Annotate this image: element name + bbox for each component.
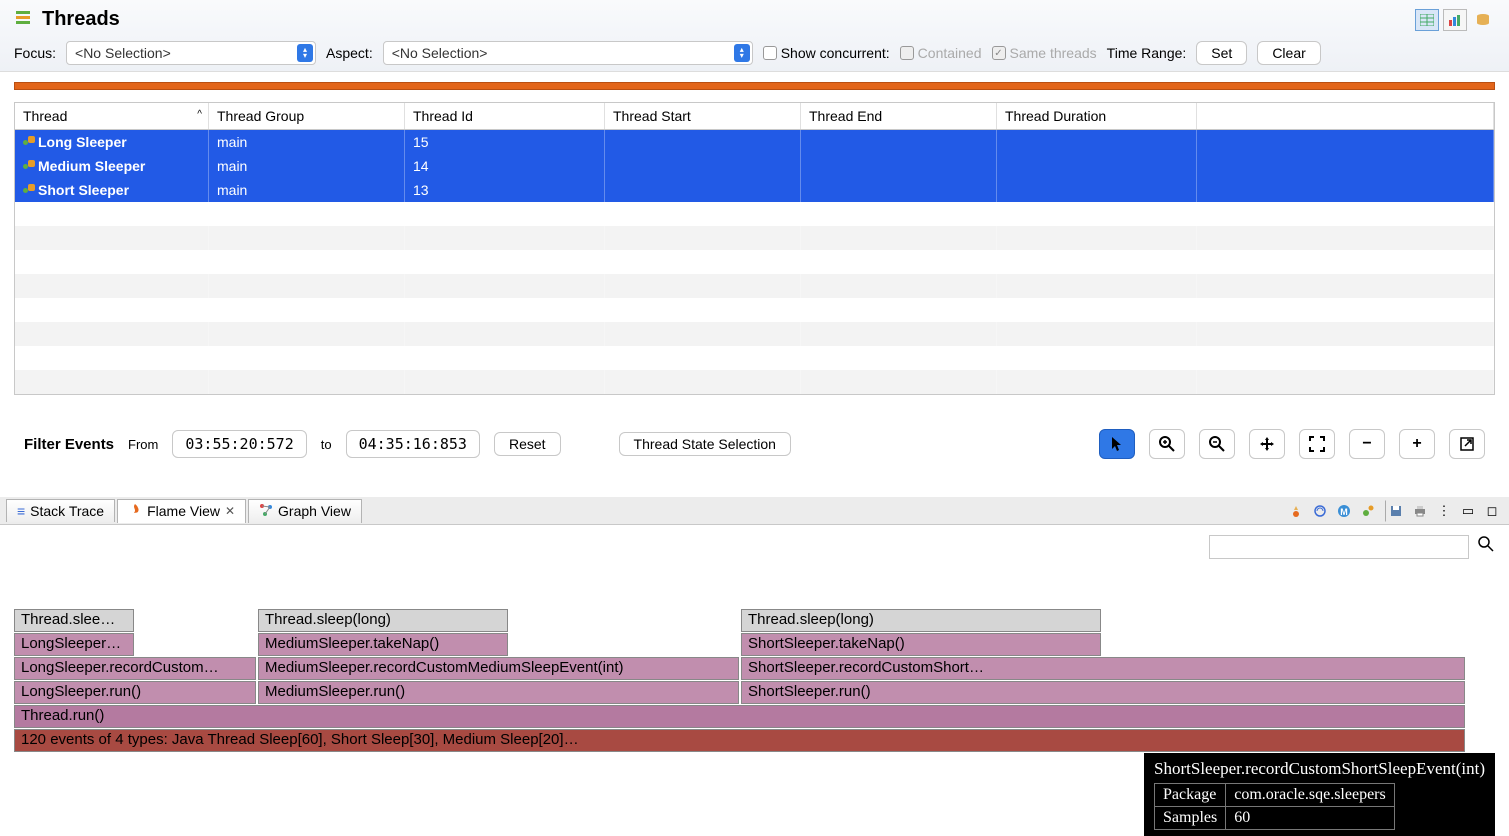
zoom-in-icon[interactable] (1149, 429, 1185, 459)
timeline-overview[interactable] (14, 82, 1495, 90)
list-icon: ≡ (17, 503, 25, 519)
column-thread-duration[interactable]: Thread Duration (997, 103, 1197, 129)
contained-checkbox: Contained (900, 45, 982, 61)
time-range-label: Time Range: (1107, 45, 1187, 61)
flame-tooltip: ShortSleeper.recordCustomShortSleepEvent… (1144, 753, 1495, 836)
flame-block[interactable]: 120 events of 4 types: Java Thread Sleep… (14, 729, 1465, 752)
flame-block[interactable]: MediumSleeper.run() (258, 681, 739, 704)
aspect-label: Aspect: (326, 45, 373, 61)
to-label: to (321, 437, 332, 452)
table-row[interactable] (15, 370, 1494, 394)
page-title: Threads (42, 8, 120, 31)
pointer-tool-icon[interactable] (1099, 429, 1135, 459)
flame-block[interactable]: MediumSleeper.takeNap() (258, 633, 508, 656)
action-icon-1[interactable] (1285, 500, 1307, 522)
maximize-icon[interactable]: ◻ (1481, 500, 1503, 522)
table-row[interactable]: Medium Sleepermain14 (15, 154, 1494, 178)
focus-label: Focus: (14, 45, 56, 61)
table-row[interactable] (15, 298, 1494, 322)
column-thread-group[interactable]: Thread Group (209, 103, 405, 129)
flame-block[interactable]: Thread.run() (14, 705, 1465, 728)
threads-table: Thread^ Thread Group Thread Id Thread St… (14, 102, 1495, 395)
tab-graph-view[interactable]: Graph View (248, 499, 362, 523)
table-row[interactable]: Short Sleepermain13 (15, 178, 1494, 202)
table-row[interactable] (15, 274, 1494, 298)
thread-icon (23, 136, 35, 148)
from-label: From (128, 437, 158, 452)
zoom-out-icon[interactable] (1199, 429, 1235, 459)
table-row[interactable] (15, 202, 1494, 226)
reset-button[interactable]: Reset (494, 432, 561, 456)
view-menu-icon[interactable]: ⋮ (1433, 500, 1455, 522)
from-time-input[interactable]: 03:55:20:572 (172, 430, 306, 458)
to-time-input[interactable]: 04:35:16:853 (346, 430, 480, 458)
fullscreen-icon[interactable] (1299, 429, 1335, 459)
action-icon-2[interactable] (1309, 500, 1331, 522)
filter-events-title: Filter Events (24, 436, 114, 453)
table-row[interactable] (15, 346, 1494, 370)
thread-icon (23, 160, 35, 172)
svg-text:M: M (1340, 507, 1348, 517)
flame-block[interactable]: Thread.sleep(long) (258, 609, 508, 632)
search-icon[interactable] (1477, 535, 1495, 559)
plus-icon[interactable]: + (1399, 429, 1435, 459)
flame-block[interactable]: LongSleeper… (14, 633, 134, 656)
tab-stack-trace[interactable]: ≡ Stack Trace (6, 499, 115, 522)
aspect-combo[interactable]: <No Selection> ▴▾ (383, 41, 753, 65)
table-view-icon[interactable] (1415, 9, 1439, 31)
graph-icon (259, 503, 273, 520)
set-button[interactable]: Set (1196, 41, 1247, 65)
column-thread-end[interactable]: Thread End (801, 103, 997, 129)
print-icon[interactable] (1409, 500, 1431, 522)
save-icon[interactable] (1385, 500, 1407, 522)
close-icon[interactable]: ✕ (225, 504, 235, 518)
pan-icon[interactable] (1249, 429, 1285, 459)
action-icon-4[interactable] (1357, 500, 1379, 522)
search-input[interactable] (1209, 535, 1469, 559)
flame-block[interactable]: ShortSleeper.recordCustomShort… (741, 657, 1465, 680)
tab-flame-view[interactable]: Flame View ✕ (117, 499, 246, 523)
db-icon[interactable] (1471, 9, 1495, 31)
open-external-icon[interactable] (1449, 429, 1485, 459)
show-concurrent-checkbox[interactable]: Show concurrent: (763, 45, 890, 61)
column-extra[interactable] (1197, 103, 1494, 129)
minimize-icon[interactable]: ▭ (1457, 500, 1479, 522)
minus-icon[interactable]: − (1349, 429, 1385, 459)
thread-state-selection-button[interactable]: Thread State Selection (619, 432, 791, 456)
table-row[interactable]: Long Sleepermain15 (15, 130, 1494, 154)
column-thread-id[interactable]: Thread Id (405, 103, 605, 129)
flame-block[interactable]: ShortSleeper.run() (741, 681, 1465, 704)
flame-icon (128, 503, 142, 520)
column-thread-start[interactable]: Thread Start (605, 103, 801, 129)
chevron-updown-icon: ▴▾ (297, 44, 313, 62)
focus-combo[interactable]: <No Selection> ▴▾ (66, 41, 316, 65)
flame-block[interactable]: LongSleeper.run() (14, 681, 256, 704)
table-row[interactable] (15, 322, 1494, 346)
chevron-updown-icon: ▴▾ (734, 44, 750, 62)
flame-graph[interactable]: Thread.slee… Thread.sleep(long) Thread.sle… (14, 609, 1495, 769)
thread-icon (23, 184, 35, 196)
same-threads-checkbox: ✓ Same threads (992, 45, 1097, 61)
threads-icon (14, 9, 32, 30)
table-row[interactable] (15, 250, 1494, 274)
flame-block[interactable]: Thread.sleep(long) (741, 609, 1101, 632)
table-row[interactable] (15, 226, 1494, 250)
flame-block[interactable]: ShortSleeper.takeNap() (741, 633, 1101, 656)
sort-asc-icon: ^ (197, 109, 202, 120)
column-thread[interactable]: Thread^ (15, 103, 209, 129)
chart-view-icon[interactable] (1443, 9, 1467, 31)
flame-block[interactable]: LongSleeper.recordCustom… (14, 657, 256, 680)
flame-block[interactable]: MediumSleeper.recordCustomMediumSleepEve… (258, 657, 739, 680)
action-icon-3[interactable]: M (1333, 500, 1355, 522)
clear-button[interactable]: Clear (1257, 41, 1320, 65)
flame-block[interactable]: Thread.slee… (14, 609, 134, 632)
